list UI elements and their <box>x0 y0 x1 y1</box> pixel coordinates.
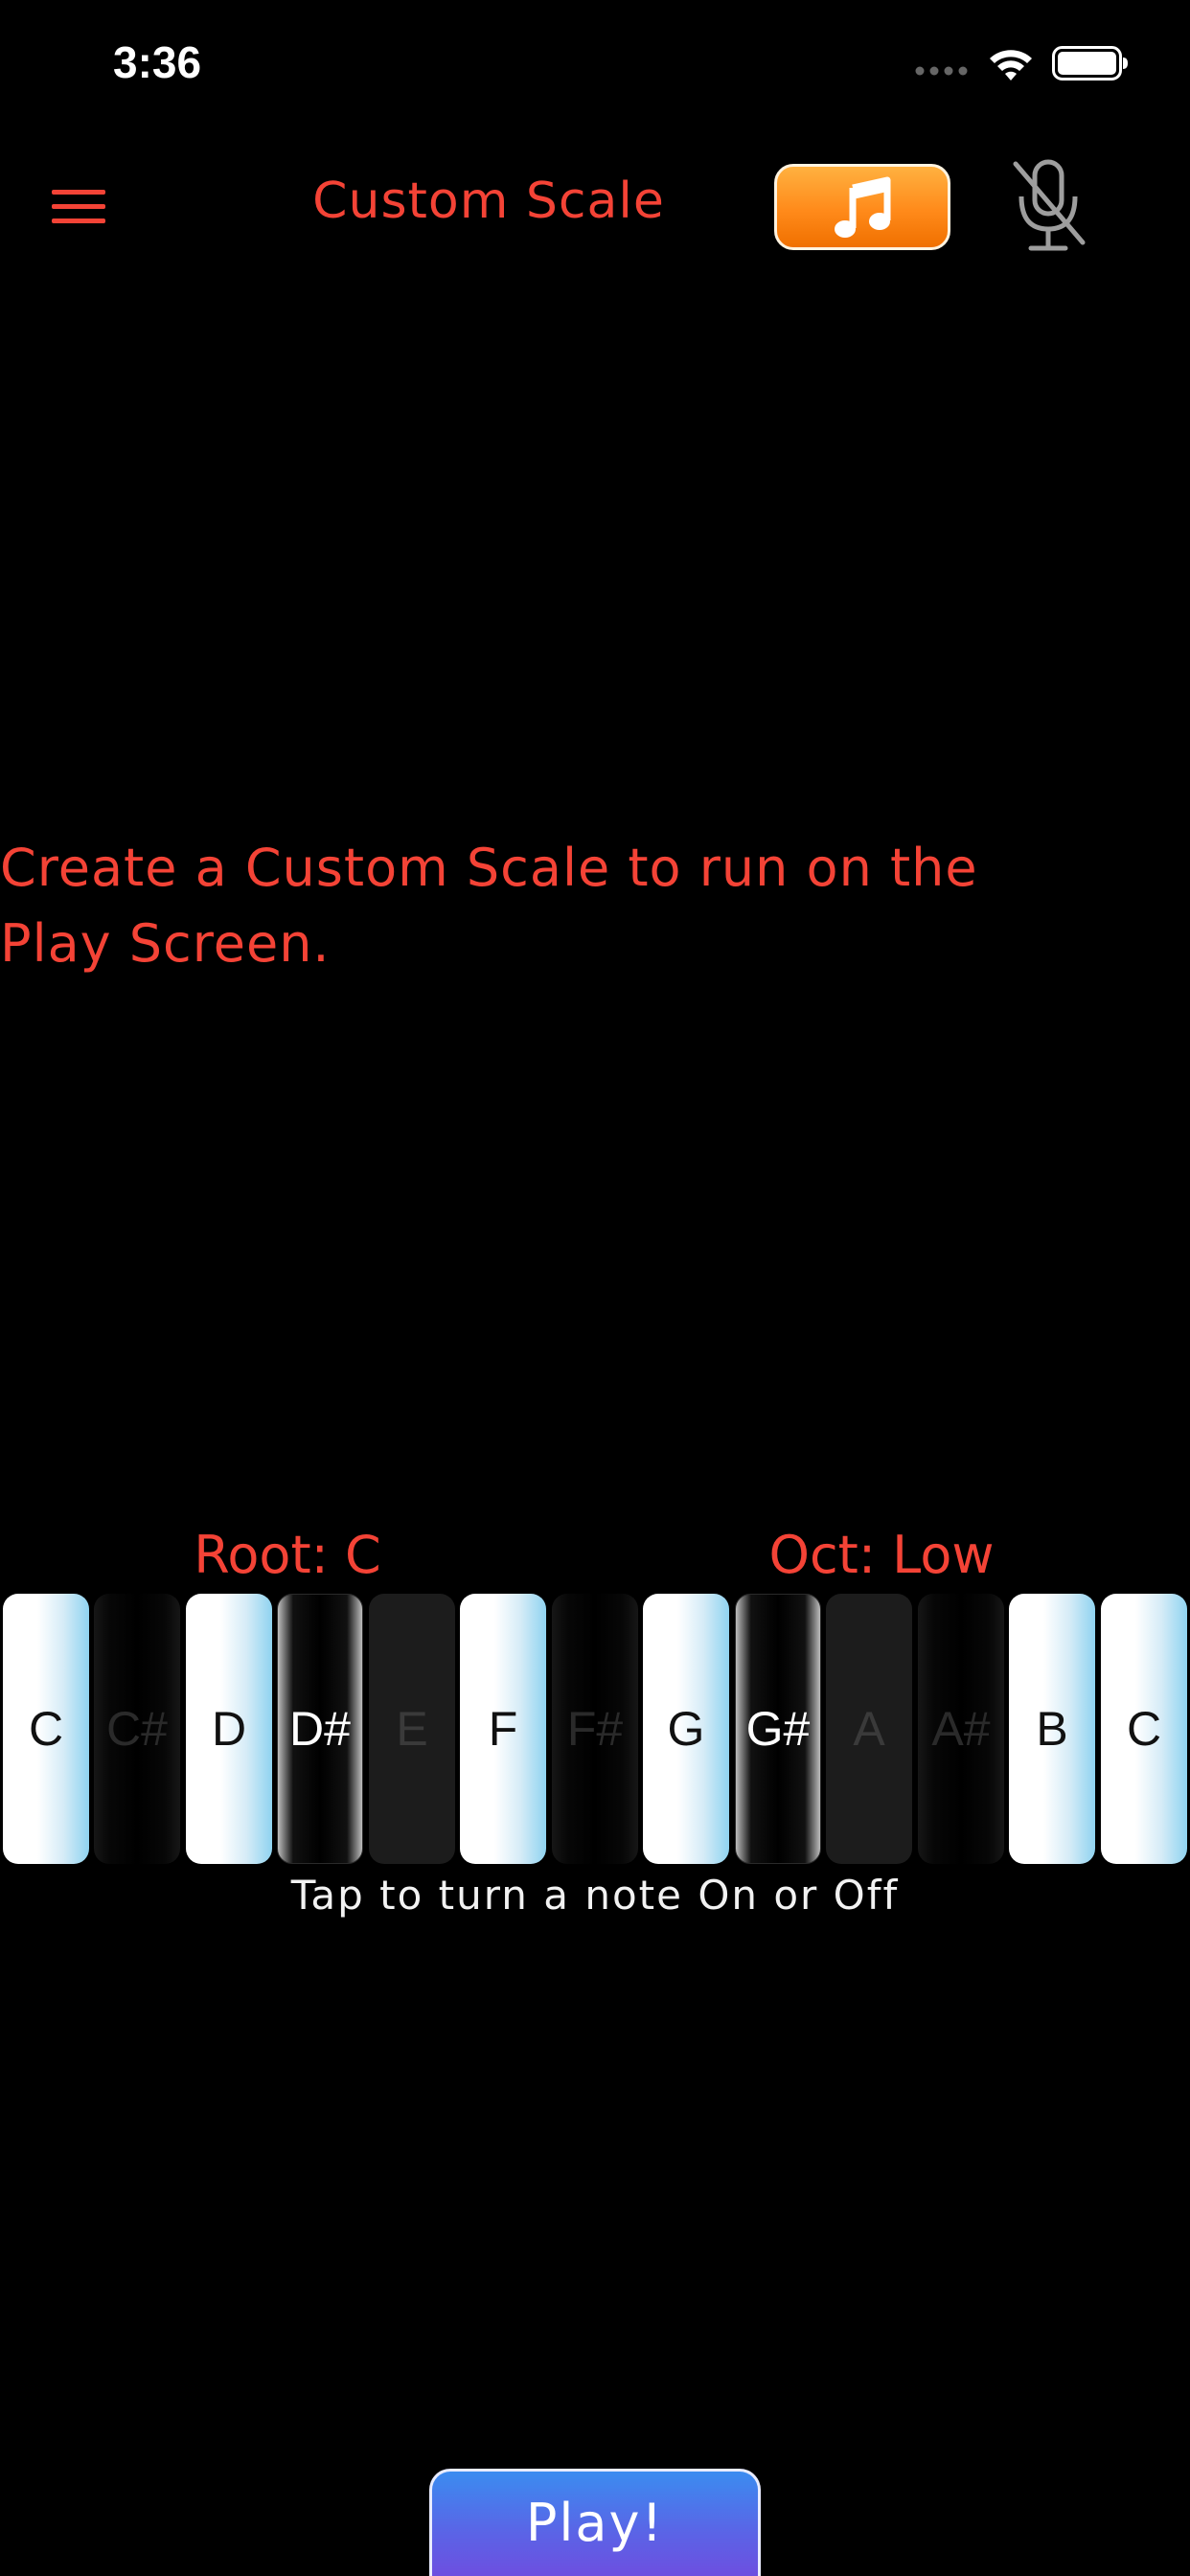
note-keyboard: C C# D D# E F F# G G# A A# B C <box>0 1594 1190 1866</box>
key-b[interactable]: B <box>1009 1594 1095 1864</box>
key-d-sharp[interactable]: D# <box>277 1594 363 1864</box>
key-e[interactable]: E <box>369 1594 455 1864</box>
scale-sound-button[interactable] <box>774 164 950 250</box>
hamburger-menu-icon[interactable] <box>50 186 109 228</box>
root-selector[interactable]: Root: C <box>144 1525 431 1585</box>
signal-icon <box>915 66 968 76</box>
key-c-high[interactable]: C <box>1101 1594 1187 1864</box>
key-g[interactable]: G <box>643 1594 729 1864</box>
wifi-icon <box>990 50 1032 80</box>
key-c[interactable]: C <box>3 1594 89 1864</box>
microphone-off-icon[interactable] <box>1008 158 1088 254</box>
key-f[interactable]: F <box>460 1594 546 1864</box>
key-d[interactable]: D <box>186 1594 272 1864</box>
key-f-sharp[interactable]: F# <box>552 1594 638 1864</box>
play-button[interactable]: Play! <box>429 2469 761 2576</box>
key-g-sharp[interactable]: G# <box>735 1594 821 1864</box>
page-title: Custom Scale <box>312 172 665 230</box>
key-a[interactable]: A <box>826 1594 912 1864</box>
description-line-2: Play Screen. <box>0 913 331 974</box>
music-note-icon <box>835 176 891 238</box>
octave-selector[interactable]: Oct: Low <box>738 1525 1025 1585</box>
description-text: Create a Custom Scale to run on the Play… <box>0 830 1190 981</box>
key-c-sharp[interactable]: C# <box>94 1594 180 1864</box>
battery-icon <box>1052 46 1128 80</box>
key-a-sharp[interactable]: A# <box>918 1594 1004 1864</box>
description-line-1: Create a Custom Scale to run on the <box>0 838 978 898</box>
hint-text: Tap to turn a note On or Off <box>290 1872 900 1919</box>
status-bar: 3:36 <box>0 0 1190 129</box>
status-time: 3:36 <box>113 37 202 87</box>
